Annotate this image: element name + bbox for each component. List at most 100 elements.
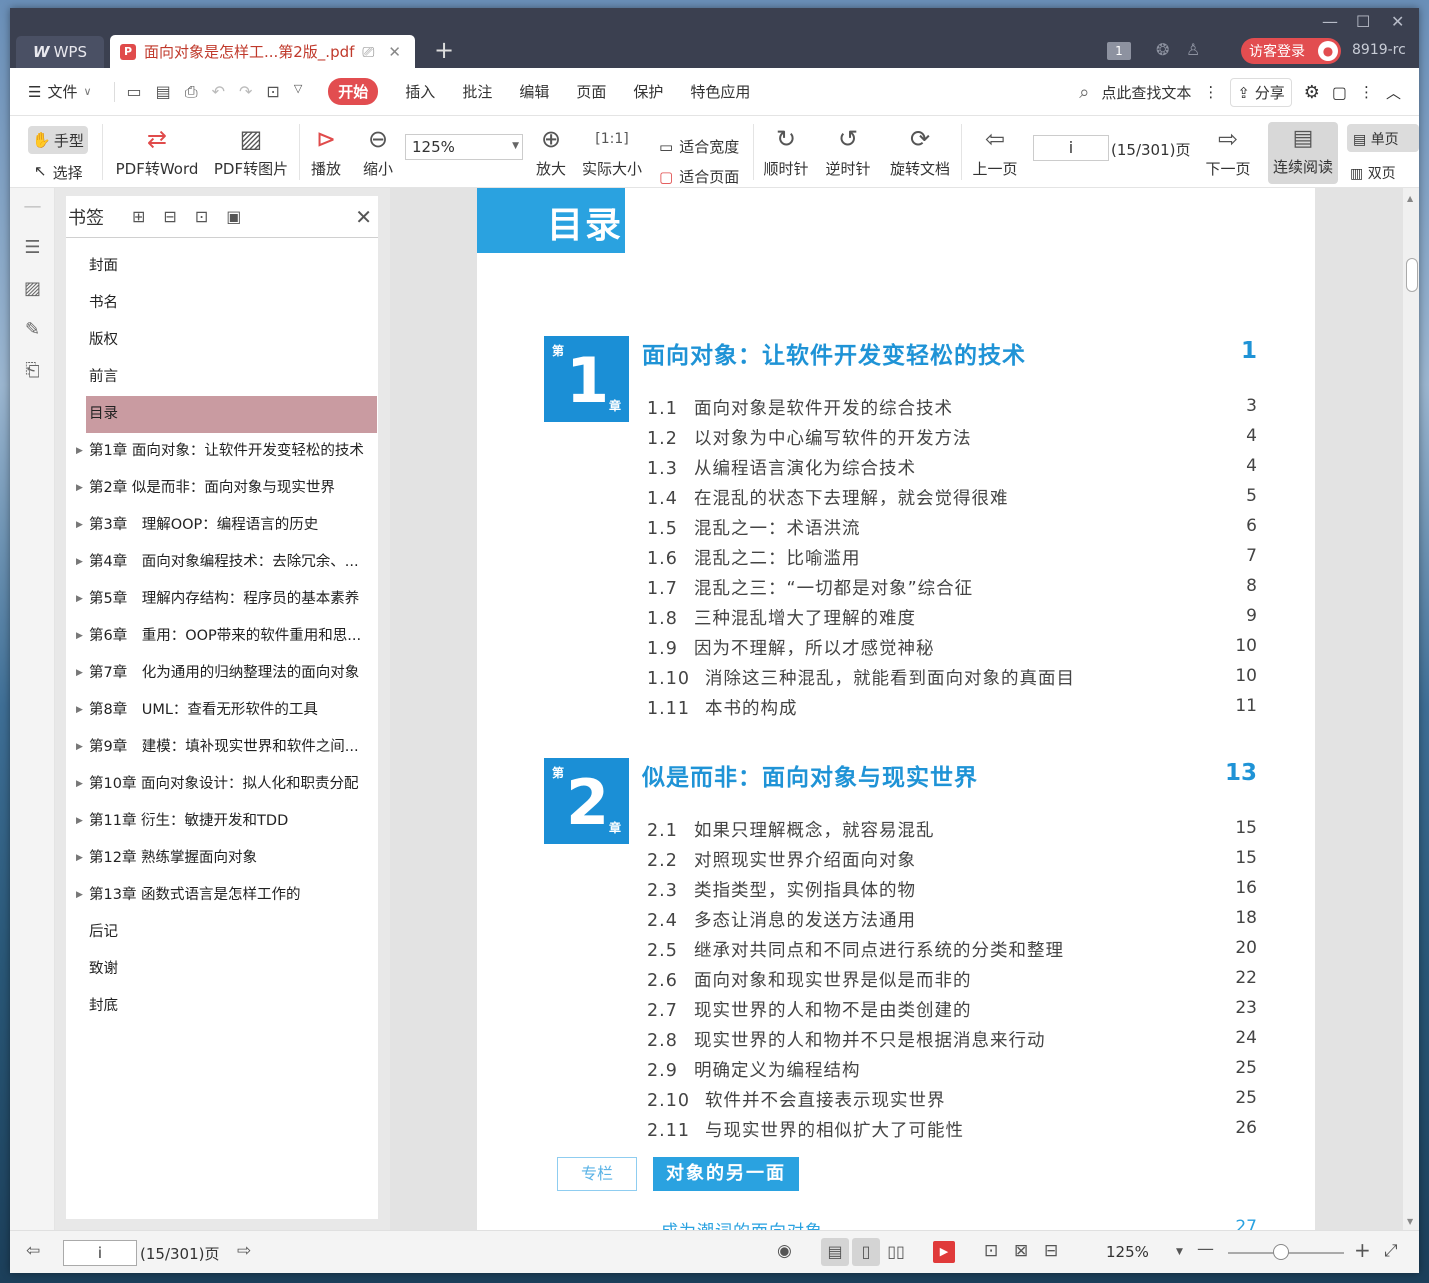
bookmark-item[interactable]: ▶ 第12章 熟练掌握面向对象 <box>66 840 378 877</box>
rotate-document-button[interactable]: ⟳ 旋转文档 <box>888 124 952 179</box>
single-view-icon[interactable]: ▯ <box>852 1238 880 1266</box>
fit-width-icon[interactable]: ⊟ <box>1044 1241 1058 1261</box>
toc-entry[interactable]: 2.2 对照现实世界介绍面向对象 <box>647 847 1257 872</box>
fit-page-button[interactable]: ▢ 适合页面 <box>659 166 739 187</box>
fullscreen-icon[interactable]: ⤢ <box>1384 1241 1398 1261</box>
maximize-icon[interactable]: ☐ <box>1356 12 1370 31</box>
close-tab-icon[interactable]: ✕ <box>388 43 401 61</box>
expand-caret-icon[interactable]: ▶ <box>76 470 83 507</box>
tab-special[interactable]: 特色应用 <box>690 81 750 102</box>
more-menu-icon[interactable]: ⋮ <box>1359 83 1374 101</box>
next-page-icon[interactable]: ⇨ <box>237 1241 251 1261</box>
toc-entry[interactable]: 1.9 因为不理解，所以才感觉神秘 <box>647 635 1257 660</box>
chapter-title[interactable]: 似是而非：面向对象与现实世界 <box>642 758 978 792</box>
bookmark-item[interactable]: 书名 <box>66 285 378 322</box>
tab-insert[interactable]: 插入 <box>405 81 435 102</box>
shirt-icon[interactable]: ♙ <box>1186 40 1200 59</box>
expand-caret-icon[interactable]: ▶ <box>76 618 83 655</box>
bookmark-item[interactable]: ▶ 第11章 衍生：敏捷开发和TDD <box>66 803 378 840</box>
redo-icon[interactable]: ↷ <box>239 82 252 102</box>
print-icon[interactable]: ⎙ <box>185 82 198 102</box>
skin-icon[interactable]: ❂ <box>1156 40 1169 59</box>
chevron-down-icon[interactable]: ▼ <box>1176 1247 1183 1257</box>
select-tool-button[interactable]: ↖ 选择 <box>34 162 83 183</box>
bookmark-item[interactable]: ▶ 第10章 面向对象设计：拟人化和职责分配 <box>66 766 378 803</box>
fit-page-icon[interactable]: ⊠ <box>1014 1241 1028 1261</box>
toc-entry[interactable]: 1.2 以对象为中心编写软件的开发方法 <box>647 425 1257 450</box>
expand-caret-icon[interactable]: ▶ <box>76 840 83 877</box>
bookmark-item[interactable]: 封面 <box>66 248 378 285</box>
toc-entry[interactable]: 1.1 面向对象是软件开发的综合技术 <box>647 395 1257 420</box>
toc-entry[interactable]: 1.10 消除这三种混乱，就能看到面向对象的真面目 <box>647 665 1257 690</box>
expand-caret-icon[interactable]: ▶ <box>76 803 83 840</box>
column-entry[interactable]: 成为潮词的面向对象 <box>661 1217 823 1230</box>
play-icon[interactable]: ▶ <box>933 1241 955 1263</box>
bookmark-item[interactable]: ▶ 第7章 化为通用的归纳整理法的面向对象 <box>66 655 378 692</box>
new-tab-button[interactable]: + <box>434 38 454 62</box>
expand-caret-icon[interactable]: ▶ <box>76 544 83 581</box>
double-page-button[interactable]: ▥ 双页 <box>1350 163 1396 183</box>
zoom-in-button[interactable]: ⊕ 放大 <box>533 124 569 179</box>
scroll-down-icon[interactable]: ▼ <box>1407 1217 1413 1226</box>
toc-entry[interactable]: 1.6 混乱之二：比喻滥用 <box>647 545 1257 570</box>
bookmark-item[interactable]: 封底 <box>66 988 378 1025</box>
bookmark-item[interactable]: ▶ 第3章 理解OOP：编程语言的历史 <box>66 507 378 544</box>
attachment-icon[interactable]: ⎗ <box>10 360 55 381</box>
fit-width-button[interactable]: ▭ 适合宽度 <box>659 136 739 157</box>
monitor-icon[interactable]: ⎚ <box>362 43 374 61</box>
undo-icon[interactable]: ↶ <box>212 82 225 102</box>
expand-caret-icon[interactable]: ▶ <box>76 766 83 803</box>
rotate-clockwise-button[interactable]: ↻ 顺时针 <box>762 124 810 179</box>
status-page-input[interactable]: i <box>63 1240 137 1266</box>
toc-entry[interactable]: 1.3 从编程语言演化为综合技术 <box>647 455 1257 480</box>
minimize-icon[interactable]: — <box>1322 12 1338 31</box>
zoom-select[interactable]: 125% ▼ <box>405 134 523 160</box>
expand-caret-icon[interactable]: ▶ <box>76 729 83 766</box>
open-folder-icon[interactable]: ▭ <box>127 82 142 102</box>
pdf-to-word-button[interactable]: ⇄ PDF转Word <box>114 124 200 179</box>
window-count-badge[interactable]: 1 <box>1107 42 1131 60</box>
zoom-slider-handle[interactable] <box>1273 1244 1289 1260</box>
search-icon[interactable]: ⌕ <box>1079 82 1089 103</box>
continuous-view-icon[interactable]: ▤ <box>821 1238 849 1266</box>
toc-entry[interactable]: 1.11 本书的构成 <box>647 695 1257 720</box>
close-window-icon[interactable]: ✕ <box>1391 12 1404 31</box>
annotation-icon[interactable]: ✎ <box>10 319 55 340</box>
continuous-read-button[interactable]: ▤ 连续阅读 <box>1268 122 1338 184</box>
prev-page-button[interactable]: ⇦ 上一页 <box>970 124 1020 179</box>
toc-entry[interactable]: 2.9 明确定义为编程结构 <box>647 1057 1257 1082</box>
toc-entry[interactable]: 2.11 与现实世界的相似扩大了可能性 <box>647 1117 1257 1142</box>
tab-annotate[interactable]: 批注 <box>462 81 492 102</box>
vertical-scrollbar[interactable]: ▲ ▼ <box>1403 188 1419 1230</box>
toc-entry[interactable]: 2.5 继承对共同点和不同点进行系统的分类和整理 <box>647 937 1257 962</box>
toc-entry[interactable]: 1.4 在混乱的状态下去理解，就会觉得很难 <box>647 485 1257 510</box>
toc-entry[interactable]: 1.8 三种混乱增大了理解的难度 <box>647 605 1257 630</box>
zoom-out-icon[interactable]: — <box>1197 1239 1214 1259</box>
bookmark-item[interactable]: ▶ 第6章 重用：OOP带来的软件重用和思... <box>66 618 378 655</box>
status-zoom-value[interactable]: 125% <box>1106 1243 1149 1261</box>
document-tab[interactable]: P 面向对象是怎样工...第2版_.pdf ⎚ ✕ <box>110 35 415 68</box>
bookmark-item[interactable]: ▶ 第4章 面向对象编程技术：去除冗余、... <box>66 544 378 581</box>
bookmark-item[interactable]: 前言 <box>66 359 378 396</box>
pdf-to-image-button[interactable]: ▨ PDF转图片 <box>213 124 289 179</box>
bookmark-item[interactable]: ▶ 第1章 面向对象：让软件开发变轻松的技术 <box>66 433 378 470</box>
save-icon[interactable]: ▤ <box>156 82 171 102</box>
tab-edit[interactable]: 编辑 <box>519 81 549 102</box>
expand-caret-icon[interactable]: ▶ <box>76 433 83 470</box>
bookmark-item[interactable]: ▶ 第2章 似是而非：面向对象与现实世界 <box>66 470 378 507</box>
actual-size-button[interactable]: [1:1] 实际大小 <box>581 124 643 179</box>
toc-entry[interactable]: 1.7 混乱之三：“一切都是对象”综合征 <box>647 575 1257 600</box>
bookmark-panel-icon[interactable]: ☰ <box>10 237 55 258</box>
tab-start[interactable]: 开始 <box>328 78 379 105</box>
play-button[interactable]: ⊳ 播放 <box>308 124 344 179</box>
bookmark-item[interactable]: 后记 <box>66 914 378 951</box>
expand-caret-icon[interactable]: ▶ <box>76 692 83 729</box>
page-number-input[interactable]: i <box>1033 135 1109 161</box>
hand-tool-button[interactable]: ✋ 手型 <box>28 126 88 154</box>
scrollbar-thumb[interactable] <box>1406 258 1418 292</box>
expand-caret-icon[interactable]: ▶ <box>76 581 83 618</box>
toc-entry[interactable]: 2.1 如果只理解概念，就容易混乱 <box>647 817 1257 842</box>
toc-entry[interactable]: 2.4 多态让消息的发送方法通用 <box>647 907 1257 932</box>
more-dropdown-icon[interactable]: ▽ <box>294 82 302 102</box>
bookmark-item[interactable]: ▶ 第8章 UML：查看无形软件的工具 <box>66 692 378 729</box>
